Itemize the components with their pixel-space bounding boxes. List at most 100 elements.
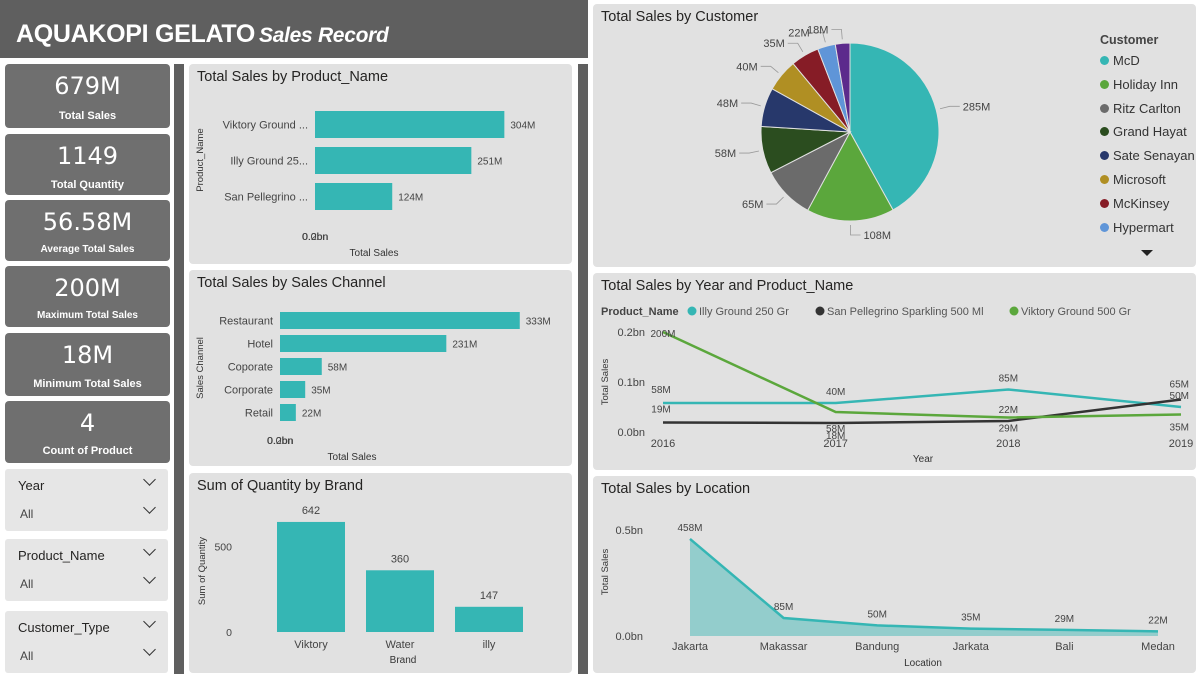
legend-marker: [1100, 151, 1109, 161]
category-label: illy: [483, 639, 496, 651]
pie-leader-line: [766, 196, 784, 205]
legend-marker: [1100, 103, 1109, 113]
separator-bar: [174, 64, 184, 674]
y-axis-title: Total Sales: [600, 549, 611, 596]
pie-data-label: 40M: [736, 61, 757, 73]
data-label: 58M: [651, 385, 670, 396]
dashboard-header: AQUAKOPI GELATO Sales Record: [0, 0, 588, 58]
data-label: 40M: [826, 387, 845, 398]
legend-label: Holiday Inn: [1113, 76, 1179, 92]
pie-data-label: 18M: [807, 24, 828, 36]
y-tick-label: 0.5bn: [615, 525, 643, 537]
slicer-value[interactable]: All: [20, 577, 33, 591]
bar: [280, 312, 520, 329]
data-label: 22M: [1148, 615, 1167, 626]
legend-item[interactable]: McD: [1100, 53, 1140, 68]
year-line-chart: Product_Name Illy Ground 250 Gr San Pelleg…: [600, 306, 1193, 465]
bar: [455, 606, 523, 632]
data-label: 251M: [477, 157, 502, 168]
legend-label: McD: [1113, 53, 1140, 68]
kpi-value: 18M: [61, 341, 114, 369]
legend-marker: [1100, 222, 1109, 232]
chevron-down-icon[interactable]: [143, 615, 156, 628]
chevron-down-icon[interactable]: [143, 571, 156, 584]
chart-card-location: Total Sales by Location 458M Jakarta 85M Ma…: [593, 476, 1196, 673]
category-label: Viktory Ground ...: [223, 120, 308, 132]
slicer-customer-type[interactable]: Customer_Type All: [5, 611, 168, 673]
dashboard-subtitle: Sales Record: [259, 24, 389, 47]
legend-item[interactable]: Hypermart: [1100, 220, 1174, 235]
legend-marker: [687, 306, 697, 316]
y-axis-title: Total Sales: [600, 359, 611, 406]
kpi-label: Count of Product: [42, 445, 133, 457]
pie-data-label: 58M: [715, 148, 736, 160]
legend-label: Grand Hayat: [1113, 124, 1187, 140]
chevron-down-icon[interactable]: [143, 501, 156, 514]
data-label: 29M: [999, 424, 1018, 435]
slicer-value[interactable]: All: [20, 507, 33, 521]
slicer-product-name[interactable]: Product_Name All: [5, 539, 168, 601]
x-tick-label: Bandung: [855, 641, 899, 653]
pie-data-label: 108M: [863, 230, 891, 242]
chevron-down-icon[interactable]: [143, 473, 156, 486]
legend-item[interactable]: Sate Senayan: [1100, 148, 1195, 163]
x-axis-title: Total Sales: [350, 248, 399, 259]
series-line: [663, 388, 1182, 409]
bar: [315, 147, 472, 174]
kpi-label: Total Sales: [58, 110, 117, 122]
kpi-label: Average Total Sales: [40, 244, 135, 255]
pie-data-label: 65M: [742, 199, 763, 211]
legend-item[interactable]: McKinsey: [1100, 196, 1169, 211]
category-label: Restaurant: [219, 316, 273, 328]
x-tick-label: 2018: [996, 438, 1020, 450]
bar: [315, 111, 505, 138]
data-label: 147: [480, 590, 498, 602]
data-label: 50M: [1170, 391, 1189, 402]
bar: [280, 404, 296, 421]
legend-label: McKinsey: [1113, 195, 1170, 211]
legend-marker: [1100, 79, 1109, 89]
slicer-year[interactable]: Year All: [5, 469, 168, 531]
chevron-down-icon[interactable]: [143, 643, 156, 656]
kpi-label: Maximum Total Sales: [37, 310, 138, 321]
legend-item[interactable]: Microsoft: [1100, 172, 1166, 187]
slicer-value[interactable]: All: [20, 649, 33, 663]
y-axis-title: Sales Channel: [195, 337, 206, 399]
legend-marker: [815, 306, 825, 316]
legend-item[interactable]: Grand Hayat: [1100, 124, 1187, 139]
kpi-total-sales: 679M Total Sales: [5, 64, 170, 128]
data-label: 35M: [961, 613, 980, 624]
kpi-average-total-sales: 56.58M Average Total Sales: [5, 200, 170, 261]
pie-data-label: 285M: [963, 101, 991, 113]
area-fill: [690, 538, 1158, 636]
data-label: 360: [391, 553, 409, 565]
legend-item[interactable]: Ritz Carlton: [1100, 101, 1181, 116]
chevron-down-icon[interactable]: [143, 543, 156, 556]
legend-item[interactable]: Holiday Inn: [1100, 77, 1178, 92]
slicer-title: Year: [18, 478, 45, 493]
slicer-title: Customer_Type: [18, 620, 110, 635]
pie-leader-line: [939, 105, 960, 110]
pie-leader-line: [787, 42, 804, 53]
dashboard-title: AQUAKOPI GELATO Sales Record: [16, 20, 389, 48]
x-axis-title: Location: [904, 658, 942, 669]
chart-card-year: Total Sales by Year and Product_Name Pro…: [593, 273, 1196, 470]
separator-bar: [578, 64, 588, 674]
x-tick-label: 0.2bn: [267, 435, 293, 447]
bar: [366, 570, 434, 632]
bar: [280, 358, 322, 375]
y-tick-label: 0: [226, 627, 232, 639]
pie-leader-line: [741, 102, 761, 107]
kpi-value: 1149: [56, 142, 119, 170]
data-label: 124M: [398, 193, 423, 204]
chart-card-channel: Total Sales by Sales Channel Restaurant 3…: [189, 270, 572, 466]
category-label: Hotel: [247, 339, 273, 351]
data-label: 642: [302, 505, 320, 517]
bar: [280, 381, 306, 398]
category-label: Viktory: [294, 639, 328, 651]
legend-scroll-down-icon[interactable]: [1141, 250, 1153, 256]
kpi-value: 200M: [54, 274, 121, 302]
x-tick-label: 2016: [651, 438, 675, 450]
y-tick-label: 0.0bn: [617, 427, 645, 439]
kpi-label: Minimum Total Sales: [33, 378, 142, 390]
